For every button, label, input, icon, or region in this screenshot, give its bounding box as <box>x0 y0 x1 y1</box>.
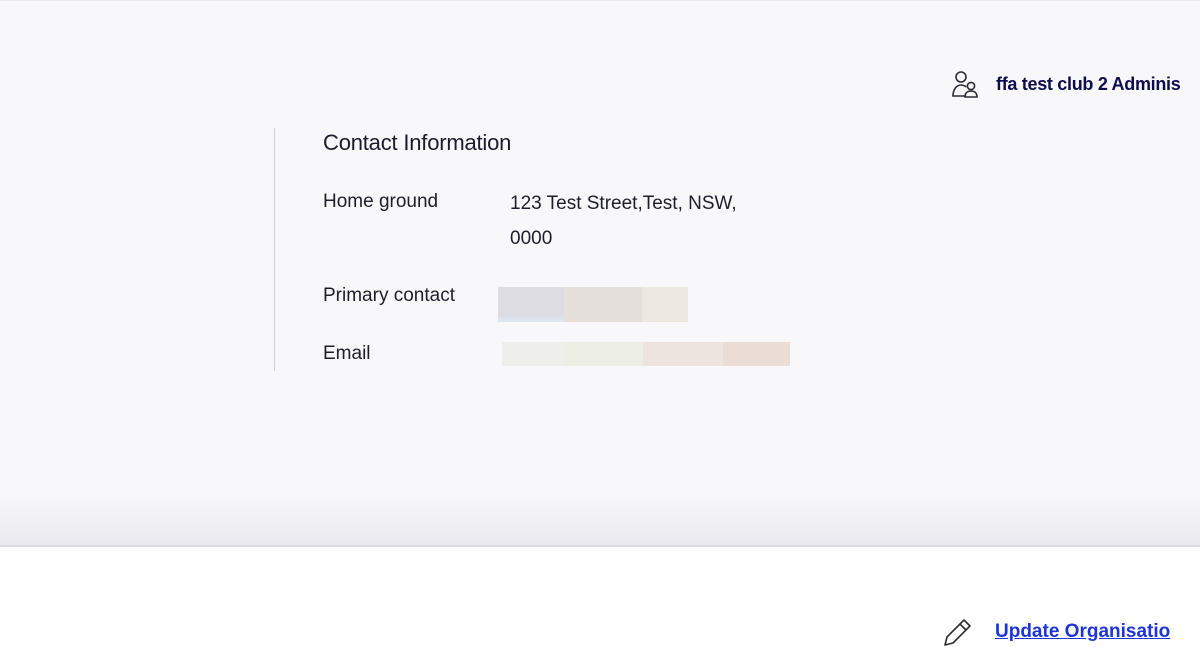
home-ground-value: 123 Test Street,Test, NSW, 0000 <box>510 186 737 256</box>
section-title: Contact Information <box>323 130 512 155</box>
user-menu[interactable]: ffa test club 2 Adminis <box>950 69 1181 99</box>
page: ffa test club 2 Adminis Contact Informat… <box>0 0 1200 647</box>
home-ground-line-2: 0000 <box>510 228 553 249</box>
email-value-redacted <box>502 342 790 366</box>
primary-contact-label: Primary contact <box>323 285 455 306</box>
email-label: Email <box>323 343 371 364</box>
pencil-icon <box>944 619 971 646</box>
user-group-icon <box>952 71 978 98</box>
organisation-details-panel: ffa test club 2 Adminis Contact Informat… <box>0 0 1200 547</box>
update-organisation-action[interactable]: Update Organisatio <box>940 614 1170 647</box>
user-name[interactable]: ffa test club 2 Adminis <box>996 74 1181 95</box>
panel-shadow <box>0 497 1200 547</box>
contact-information-section: Contact Information Home ground 123 Test… <box>274 128 835 371</box>
home-ground-line-1: 123 Test Street,Test, NSW, <box>510 193 737 214</box>
panel-divider <box>0 545 1200 547</box>
home-ground-label: Home ground <box>323 191 439 212</box>
update-organisation-link[interactable]: Update Organisatio <box>995 621 1170 643</box>
primary-contact-value-redacted <box>498 287 688 322</box>
